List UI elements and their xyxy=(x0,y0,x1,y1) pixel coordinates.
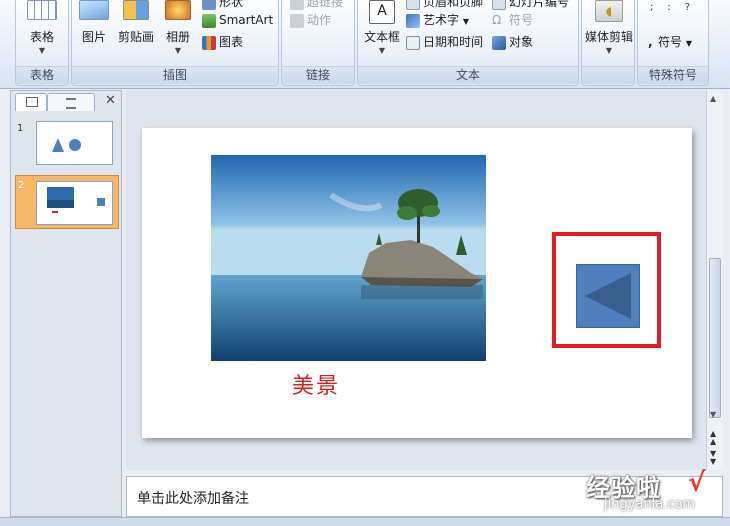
link-icon xyxy=(290,0,304,10)
ribbon-group-illustrations: 图片 剪贴画 相册 ▼ 形状 SmartArt 图表 插图 xyxy=(71,0,279,86)
media-clip-button[interactable]: ◖ 媒体剪辑 ▼ xyxy=(583,0,635,55)
slide-caption[interactable]: 美景 xyxy=(292,368,340,400)
smartart-button[interactable]: SmartArt xyxy=(202,10,273,30)
group-label-table: 表格 xyxy=(16,66,68,84)
chevron-down-icon: ▼ xyxy=(38,46,46,55)
group-label-text: 文本 xyxy=(358,66,578,84)
textbox-button[interactable]: A 文本框 ▼ xyxy=(360,0,404,55)
watermark-url: jingyanla.com xyxy=(604,497,696,512)
ribbon-group-special-symbols: ;:? , 符号 ▼ 特殊符号 xyxy=(637,0,709,86)
back-action-button[interactable] xyxy=(576,264,640,328)
close-pane-icon[interactable]: ✕ xyxy=(105,93,116,108)
datetime-button[interactable]: 日期和时间 xyxy=(406,32,483,52)
slides-pane: ✕ 1 2 xyxy=(10,90,122,517)
chart-button[interactable]: 图表 xyxy=(202,32,243,52)
triangle-left-icon xyxy=(585,273,631,319)
scroll-down-icon[interactable]: ▼ xyxy=(710,410,716,419)
watermark-check-icon: √ xyxy=(688,468,706,498)
table-icon xyxy=(27,0,57,20)
slide-number: 1 xyxy=(17,123,24,134)
header-footer-icon xyxy=(406,0,420,10)
group-label-media xyxy=(582,66,634,84)
landscape-preview-icon xyxy=(47,187,105,213)
landscape-image xyxy=(211,155,486,361)
chevron-down-icon: ▼ xyxy=(605,46,613,55)
notes-placeholder: 单击此处添加备注 xyxy=(137,491,249,507)
picture-button[interactable]: 图片 xyxy=(76,0,112,45)
photo-album-button[interactable]: 相册 ▼ xyxy=(160,0,196,55)
group-label-special-symbols: 特殊符号 xyxy=(638,66,708,84)
action-button[interactable]: 动作 xyxy=(290,10,331,30)
object-icon xyxy=(492,35,506,50)
special-symbol-button[interactable]: , 符号 ▼ xyxy=(648,32,692,52)
picture-icon xyxy=(79,0,109,20)
scroll-thumb[interactable] xyxy=(709,258,721,418)
slide-number-icon xyxy=(492,0,506,10)
previous-slide-icon[interactable]: ▲ ▲ xyxy=(710,430,716,446)
smartart-icon xyxy=(202,13,216,28)
clipart-button[interactable]: 剪贴画 xyxy=(114,0,158,45)
wordart-icon xyxy=(406,13,420,28)
shapes-preview-icon xyxy=(52,138,81,152)
wordart-button[interactable]: 艺术字 ▼ xyxy=(406,10,469,30)
object-button[interactable]: 对象 xyxy=(492,32,533,52)
tab-outline[interactable] xyxy=(47,93,95,111)
tab-slides[interactable] xyxy=(15,93,47,111)
landscape-photo[interactable] xyxy=(211,155,486,361)
next-slide-icon[interactable]: ▼ ▼ xyxy=(710,450,716,466)
slide-preview xyxy=(36,121,113,165)
speaker-icon: ◖ xyxy=(595,0,623,22)
symbol-button[interactable]: Ω 符号 xyxy=(492,10,533,30)
ribbon-group-links: 超链接 动作 链接 xyxy=(281,0,355,86)
album-icon xyxy=(165,0,191,20)
ribbon-group-table: 表格 ▼ 表格 xyxy=(15,0,69,86)
ribbon-group-media: ◖ 媒体剪辑 ▼ xyxy=(581,0,635,86)
group-label-links: 链接 xyxy=(282,66,354,84)
outline-tab-icon xyxy=(66,98,76,109)
ribbon-group-text: A 文本框 ▼ 页眉和页脚 艺术字 ▼ 日期和时间 幻灯片编号 Ω 符号 对象 文… xyxy=(357,0,579,86)
punctuation-icon: ;:? xyxy=(650,2,705,13)
slide-number: 2 xyxy=(18,180,25,191)
textbox-icon: A xyxy=(369,0,395,24)
table-button[interactable]: 表格 ▼ xyxy=(22,0,62,55)
slide-preview xyxy=(36,181,113,225)
chevron-down-icon: ▼ xyxy=(378,46,386,55)
slide-thumbnail-1[interactable]: 1 xyxy=(15,119,119,173)
vertical-scrollbar[interactable]: ▲ ▼ ▲ ▲ ▼ ▼ xyxy=(706,90,723,470)
slide-thumbnail-2[interactable]: 2 xyxy=(15,175,119,229)
shapes-icon xyxy=(202,0,216,10)
action-icon xyxy=(290,13,304,28)
group-label-illustrations: 插图 xyxy=(72,66,278,84)
calendar-icon xyxy=(406,35,420,50)
scroll-up-icon[interactable]: ▲ xyxy=(710,94,716,103)
chevron-down-icon: ▼ xyxy=(174,46,182,55)
clipart-icon xyxy=(123,0,149,20)
ribbon: 表格 ▼ 表格 图片 剪贴画 相册 ▼ 形状 SmartArt 图表 插图 超链… xyxy=(0,0,730,89)
comma-icon: , xyxy=(648,35,653,49)
chart-icon xyxy=(202,35,216,50)
omega-icon: Ω xyxy=(492,13,502,27)
slides-tab-icon xyxy=(26,97,38,107)
